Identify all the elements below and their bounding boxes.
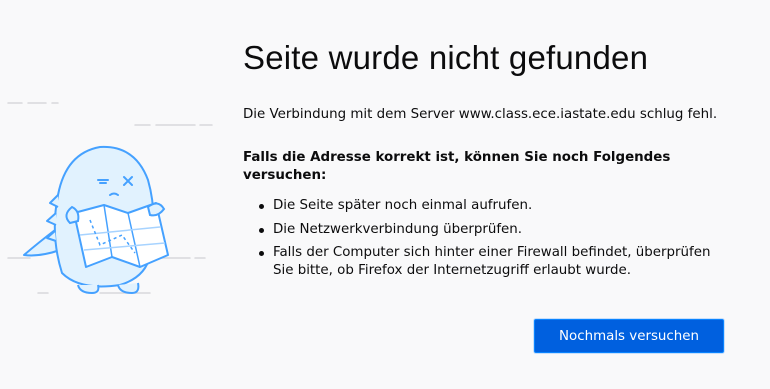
lost-dino-with-map-icon — [7, 102, 213, 295]
list-item: Die Seite später noch einmal aufrufen. — [259, 197, 733, 215]
bullet-icon — [259, 251, 264, 256]
suggestions-heading: Falls die Adresse korrekt ist, können Si… — [243, 150, 671, 183]
bullet-icon — [259, 204, 264, 209]
suggestion-text: Falls der Computer sich hinter einer Fir… — [273, 245, 711, 278]
retry-button[interactable]: Nochmals versuchen — [534, 319, 724, 353]
suggestion-text: Die Seite später noch einmal aufrufen. — [273, 198, 533, 213]
list-item: Die Netzwerkverbindung überprüfen. — [259, 221, 733, 239]
bullet-icon — [259, 227, 264, 233]
error-description: Die Verbindung mit dem Server www.class.… — [243, 107, 718, 122]
error-content: Seite wurde nicht gefunden Die Verbindun… — [243, 36, 743, 286]
page-title: Seite wurde nicht gefunden — [243, 39, 649, 76]
error-page: Seite wurde nicht gefunden Die Verbindun… — [0, 0, 770, 389]
list-item: Falls der Computer sich hinter einer Fir… — [259, 244, 733, 280]
suggestion-text: Die Netzwerkverbindung überprüfen. — [273, 221, 523, 237]
suggestions-list: Die Seite später noch einmal aufrufen. D… — [243, 197, 743, 280]
